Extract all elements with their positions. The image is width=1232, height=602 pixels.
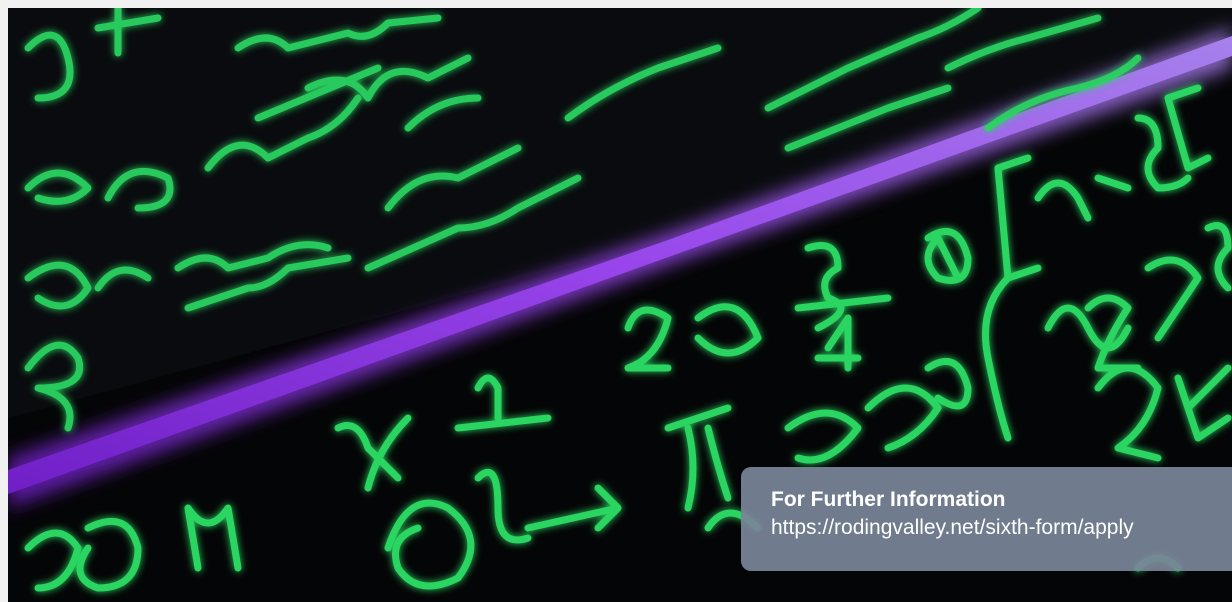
info-card-heading: For Further Information [771, 488, 1006, 511]
further-information-card: For Further Information https://rodingva… [741, 467, 1232, 571]
hero-banner: For Further Information https://rodingva… [8, 8, 1232, 602]
apply-link[interactable]: https://rodingvalley.net/sixth-form/appl… [771, 513, 1232, 543]
